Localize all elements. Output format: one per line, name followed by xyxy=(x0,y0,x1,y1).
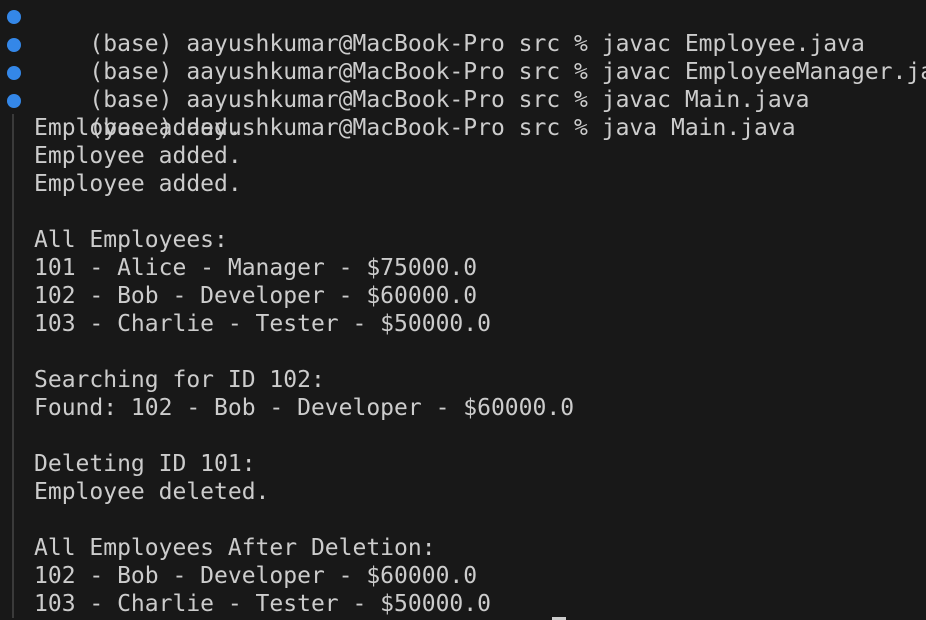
output-line: 103 - Charlie - Tester - $50000.0 xyxy=(34,311,491,337)
command-line[interactable]: (base) aayushkumar@MacBook-Pro src % jav… xyxy=(0,2,926,57)
command-line[interactable]: (base) aayushkumar@MacBook-Pro src % jav… xyxy=(0,58,926,113)
output-line: Employee added. xyxy=(34,143,242,169)
command-status-dot-icon[interactable] xyxy=(7,66,21,80)
output-line: All Employees: xyxy=(34,227,228,253)
output-line: Employee deleted. xyxy=(34,479,270,505)
output-line: 101 - Alice - Manager - $75000.0 xyxy=(34,255,478,281)
output-line: Employee added. xyxy=(34,115,242,141)
command-line[interactable]: (base) aayushkumar@MacBook-Pro src % jav… xyxy=(0,86,926,141)
command-line[interactable]: (base) aayushkumar@MacBook-Pro src % jav… xyxy=(0,30,926,85)
terminal-panel[interactable]: (base) aayushkumar@MacBook-Pro src % jav… xyxy=(0,0,926,620)
command-output: Employee added. Employee added. Employee… xyxy=(0,114,926,618)
command-status-dot-icon[interactable] xyxy=(7,94,21,108)
output-line: Searching for ID 102: xyxy=(34,367,325,393)
output-line: Employee added. xyxy=(34,171,242,197)
output-line: All Employees After Deletion: xyxy=(34,535,436,561)
output-line: 102 - Bob - Developer - $60000.0 xyxy=(34,563,478,589)
command-status-dot-icon[interactable] xyxy=(7,38,21,52)
output-line: 102 - Bob - Developer - $60000.0 xyxy=(34,283,478,309)
output-line: Found: 102 - Bob - Developer - $60000.0 xyxy=(34,395,575,421)
output-line: Deleting ID 101: xyxy=(34,451,256,477)
command-status-dot-icon[interactable] xyxy=(7,10,21,24)
output-line: 103 - Charlie - Tester - $50000.0 xyxy=(34,591,491,617)
